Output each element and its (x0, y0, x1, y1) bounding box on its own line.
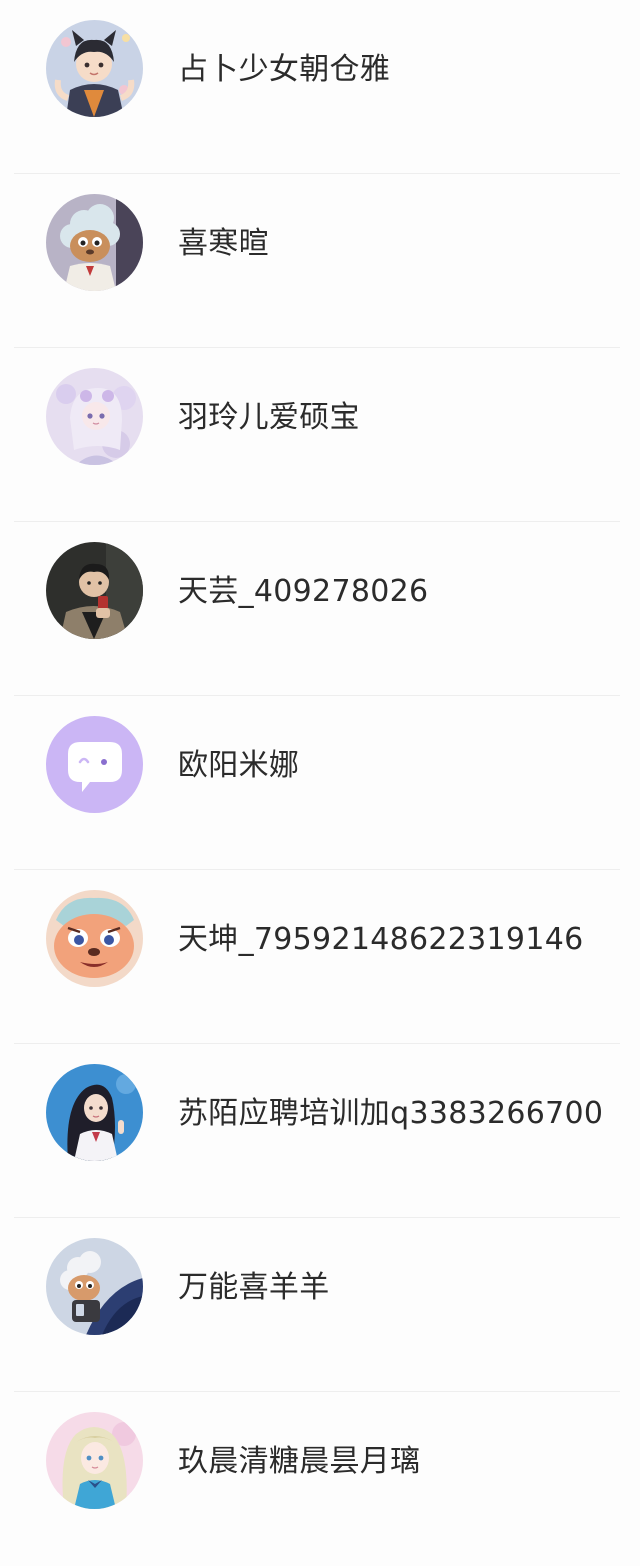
avatar[interactable] (46, 1412, 143, 1509)
list-item[interactable]: 欧阳米娜 (0, 696, 640, 870)
anime-boy-cat-ears-avatar-icon (46, 20, 143, 117)
cartoon-wolf-avatar-icon (46, 890, 143, 987)
man-photo-avatar-icon (46, 542, 143, 639)
user-name: 天坤_79592148622319146 (178, 922, 584, 957)
anime-girl-blue-background-avatar-icon (46, 1064, 143, 1161)
avatar[interactable] (46, 542, 143, 639)
avatar[interactable] (46, 20, 143, 117)
default-chat-bubble-avatar-icon (46, 716, 143, 813)
anime-girl-pastel-avatar-icon (46, 368, 143, 465)
list-item[interactable]: 天芸_409278026 (0, 522, 640, 696)
user-name: 万能喜羊羊 (178, 1270, 330, 1305)
avatar[interactable] (46, 194, 143, 291)
user-name: 喜寒暄 (178, 226, 269, 261)
user-name: 苏陌应聘培训加q3383266700 (178, 1096, 604, 1131)
user-name: 羽玲儿爱硕宝 (178, 400, 360, 435)
list-item[interactable]: 玖晨清糖晨昙月璃 (0, 1392, 640, 1566)
user-name: 欧阳米娜 (178, 748, 300, 783)
avatar[interactable] (46, 890, 143, 987)
list-item[interactable]: 占卜少女朝仓雅 (0, 0, 640, 174)
list-item[interactable]: 喜寒暄 (0, 174, 640, 348)
cartoon-sheep-avatar-icon (46, 194, 143, 291)
list-item[interactable]: 天坤_79592148622319146 (0, 870, 640, 1044)
user-name: 占卜少女朝仓雅 (178, 52, 391, 87)
user-list: 占卜少女朝仓雅 喜寒暄 羽玲儿爱硕宝 天芸_409278026 欧阳米娜 天坤_… (0, 0, 640, 1550)
avatar[interactable] (46, 716, 143, 813)
user-name: 玖晨清糖晨昙月璃 (178, 1444, 421, 1479)
user-name: 天芸_409278026 (178, 574, 429, 609)
list-item[interactable]: 万能喜羊羊 (0, 1218, 640, 1392)
avatar[interactable] (46, 1064, 143, 1161)
anime-girl-blonde-avatar-icon (46, 1412, 143, 1509)
avatar[interactable] (46, 368, 143, 465)
list-item[interactable]: 苏陌应聘培训加q3383266700 (0, 1044, 640, 1218)
avatar[interactable] (46, 1238, 143, 1335)
list-item[interactable]: 羽玲儿爱硕宝 (0, 348, 640, 522)
cartoon-sheep-car-avatar-icon (46, 1238, 143, 1335)
